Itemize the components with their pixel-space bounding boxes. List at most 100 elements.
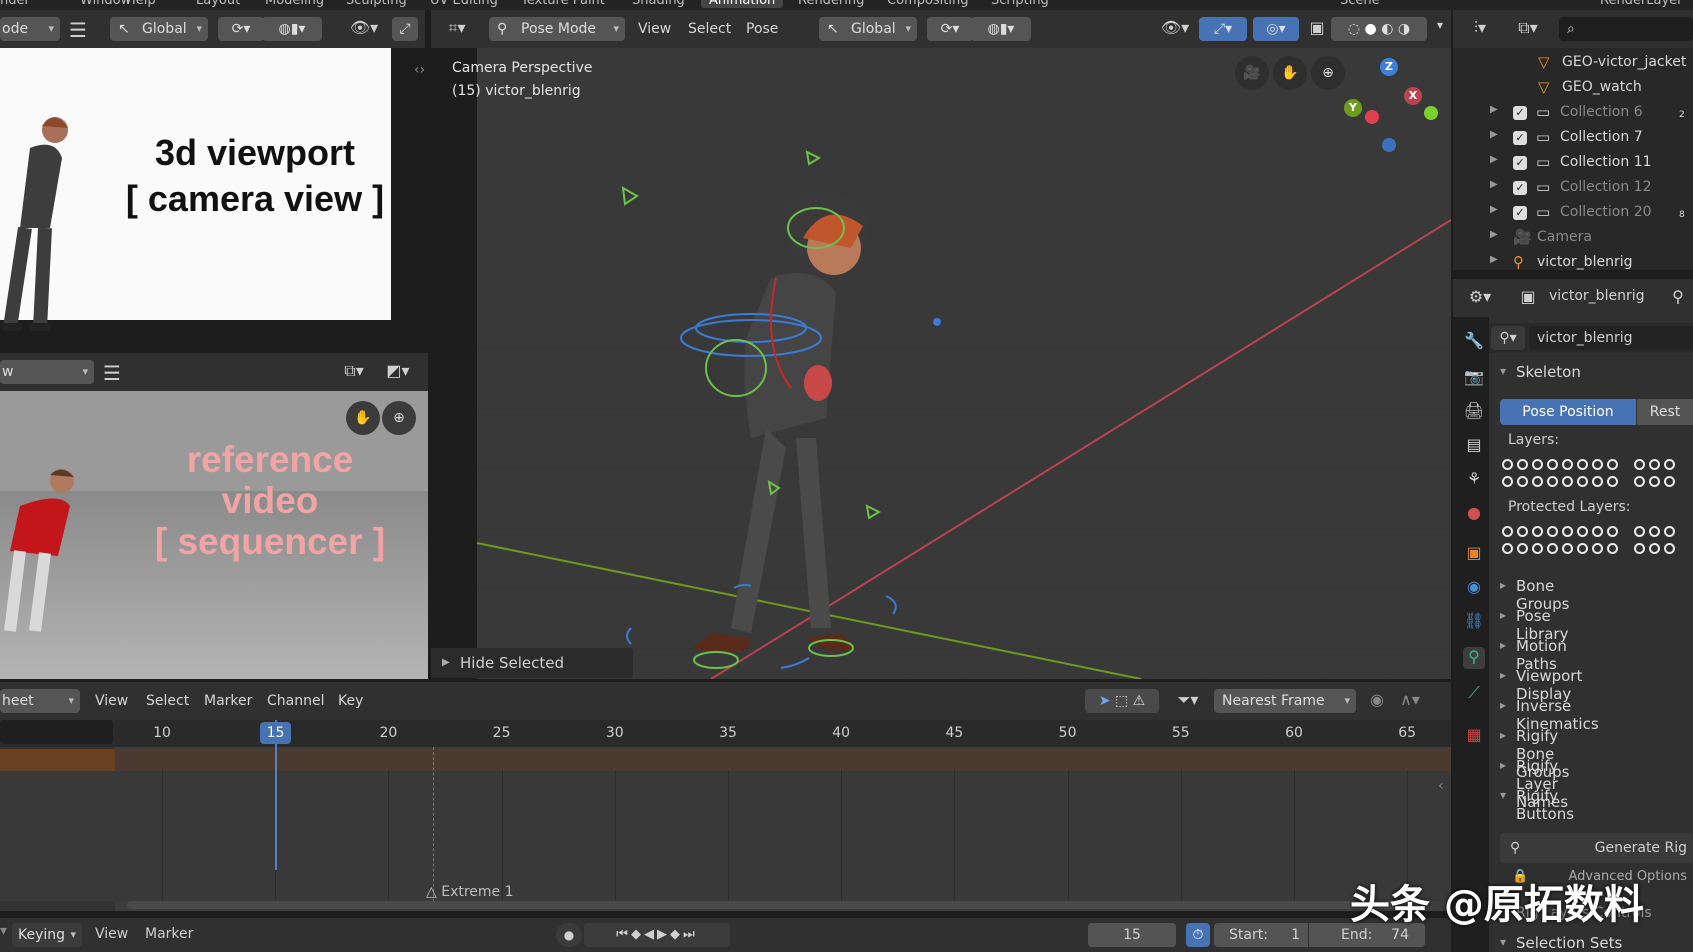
layer-toggle[interactable] — [1517, 459, 1528, 470]
jump-end-icon[interactable]: ⏭ — [683, 927, 698, 942]
layer-toggle[interactable] — [1592, 476, 1603, 487]
layer-toggle[interactable] — [1502, 543, 1513, 554]
workspace-tab-modeling[interactable]: Modeling — [265, 0, 324, 8]
workspace-tab-sculpting[interactable]: Sculpting — [346, 0, 407, 8]
dopesheet-menu-key[interactable]: Key — [338, 682, 363, 720]
layer-toggle[interactable] — [1634, 543, 1645, 554]
layer-toggle[interactable] — [1664, 459, 1675, 470]
rest-position-button[interactable]: Rest — [1637, 399, 1693, 425]
expand-arrow-icon[interactable]: ▶ — [1490, 104, 1498, 115]
layer-toggle[interactable] — [1547, 459, 1558, 470]
armature-icon[interactable]: ⚲▾ — [1491, 326, 1525, 350]
layer-toggle[interactable] — [1532, 476, 1543, 487]
wireframe-shading-icon[interactable]: ◌ — [1348, 21, 1360, 37]
next-keyframe-icon[interactable]: ◆ — [670, 927, 683, 942]
layer-toggle[interactable] — [1577, 476, 1588, 487]
layer-toggle[interactable] — [1664, 526, 1675, 537]
overlay-icon[interactable]: ◩▾ — [380, 361, 416, 380]
only-selected-icon[interactable]: ➤ — [1099, 693, 1111, 709]
outliner-row[interactable]: ▽ GEO-victor_jacket — [1455, 52, 1693, 74]
skeleton-panel-header[interactable]: Skeleton — [1500, 363, 1581, 381]
generate-rig-button[interactable]: ⚲ Generate Rig — [1500, 833, 1693, 863]
output-tab-icon[interactable]: 🖨 — [1463, 401, 1485, 423]
keying-dropdown[interactable]: Keying — [12, 923, 82, 947]
layer-toggle[interactable] — [1502, 459, 1513, 470]
dopesheet-menu-channel[interactable]: Channel — [267, 682, 324, 720]
selection-sets-panel[interactable]: Selection Sets — [1500, 934, 1622, 952]
last-operator-panel[interactable]: ▶ Hide Selected — [431, 648, 633, 678]
layer-toggle[interactable] — [1532, 459, 1543, 470]
camera-frame[interactable]: 3d viewport [ camera view ] — [0, 48, 391, 331]
pivot-icon[interactable]: ⟳▾ — [927, 17, 973, 41]
layer-toggle[interactable] — [1634, 459, 1645, 470]
expand-arrow-icon[interactable]: ▶ — [1490, 229, 1498, 240]
zoom-icon[interactable]: ⊕ — [1311, 56, 1345, 90]
layer-toggle[interactable] — [1634, 526, 1645, 537]
dopesheet-menu-view[interactable]: View — [95, 682, 128, 720]
protected-layers-grid[interactable] — [1500, 525, 1677, 559]
shading-modes[interactable]: ◌ ● ◐ ◑ — [1331, 17, 1427, 41]
pose-position-button[interactable]: Pose Position — [1500, 399, 1636, 425]
menu-window[interactable]: Window — [80, 0, 131, 8]
gizmo-z-axis[interactable]: Z — [1380, 58, 1398, 76]
visibility-icon[interactable]: 👁▾ — [1155, 18, 1195, 37]
camera-view-toggle-icon[interactable]: 🎥 — [1235, 56, 1269, 90]
sidebar-toggle-arrow[interactable]: ‹ — [1438, 778, 1444, 794]
timeline-menu-marker[interactable]: Marker — [145, 926, 193, 942]
scene-tab-icon[interactable]: ⚘ — [1463, 469, 1485, 491]
expand-arrow-icon[interactable]: ▶ — [1490, 129, 1498, 140]
layer-toggle[interactable] — [1649, 459, 1660, 470]
expand-arrow-icon[interactable]: ▶ — [1490, 179, 1498, 190]
outliner-row[interactable]: ▽ GEO_watch — [1455, 77, 1693, 99]
layer-toggle[interactable] — [1562, 543, 1573, 554]
armature-data-name-field[interactable]: victor_blenrig — [1529, 326, 1693, 350]
playhead-frame[interactable]: 15 — [260, 722, 291, 744]
dopesheet-menu-select[interactable]: Select — [146, 682, 189, 720]
mode-dropdown[interactable]: ode — [0, 17, 60, 41]
orientation-dropdown[interactable]: Global ↖ — [110, 17, 208, 41]
layer-toggle[interactable] — [1517, 476, 1528, 487]
record-icon[interactable]: ● — [556, 923, 582, 947]
workspace-tab-scripting[interactable]: Scripting — [991, 0, 1049, 8]
layer-toggle[interactable] — [1547, 526, 1558, 537]
display-mode-icon[interactable]: ⧉▾ — [336, 361, 372, 381]
layer-toggle[interactable] — [1532, 543, 1543, 554]
outliner-row[interactable]: ▶ ✓ ▭ Collection 7 — [1455, 127, 1693, 149]
proportional-edit-icon[interactable]: ◉ — [1365, 690, 1389, 709]
layer-toggle[interactable] — [1562, 476, 1573, 487]
panel-header[interactable]: Rigify Buttons — [1500, 787, 1574, 823]
playback-controls[interactable]: ⏮◆◀▶◆⏭ — [584, 923, 730, 947]
visibility-icon[interactable]: 👁▾ — [346, 18, 382, 37]
display-mode-icon[interactable]: ⧉▾ — [1511, 18, 1545, 38]
expand-arrow-icon[interactable]: ▶ — [1490, 204, 1498, 215]
layer-toggle[interactable] — [1577, 526, 1588, 537]
snap-mode-dropdown[interactable]: Nearest Frame — [1214, 689, 1356, 713]
tool-tab-icon[interactable]: 🔧 — [1463, 331, 1485, 353]
material-shading-icon[interactable]: ◐ — [1381, 21, 1393, 37]
layer-toggle[interactable] — [1562, 459, 1573, 470]
outliner-row[interactable]: ▶ ✓ ▭ Collection 6 2 — [1455, 102, 1693, 124]
pan-hand-icon[interactable]: ✋ — [346, 401, 380, 435]
play-icon[interactable]: ▶ — [657, 927, 670, 942]
layer-toggle[interactable] — [1502, 476, 1513, 487]
collection-checkbox[interactable]: ✓ — [1513, 131, 1527, 145]
bone-layers-grid[interactable] — [1500, 458, 1677, 492]
workspace-tab-rendering[interactable]: Rendering — [798, 0, 864, 8]
layer-toggle[interactable] — [1577, 543, 1588, 554]
layer-toggle[interactable] — [1547, 543, 1558, 554]
prev-keyframe-icon[interactable]: ◆ — [631, 927, 644, 942]
menu-pose[interactable]: Pose — [746, 10, 778, 48]
view-layer-tab-icon[interactable]: ▤ — [1463, 435, 1485, 457]
layer-toggle[interactable] — [1634, 476, 1645, 487]
view-layer-selector[interactable]: RenderLayer — [1600, 0, 1683, 8]
layer-toggle[interactable] — [1607, 459, 1618, 470]
navigation-gizmo[interactable]: Z X Y — [1344, 58, 1444, 158]
outliner-row[interactable]: ▶ ✓ ▭ Collection 12 — [1455, 177, 1693, 199]
editor-type-icon[interactable]: ▾ — [0, 923, 8, 947]
viewport-3d[interactable]: Camera Perspective (15) victor_blenrig 🎥… — [431, 48, 1451, 679]
collection-checkbox[interactable]: ✓ — [1513, 106, 1527, 120]
snap-icon[interactable]: ◍▮▾ — [971, 17, 1031, 41]
workspace-tab-layout[interactable]: Layout — [196, 0, 240, 8]
layer-toggle[interactable] — [1562, 526, 1573, 537]
view-type-dropdown[interactable]: w — [0, 360, 94, 384]
